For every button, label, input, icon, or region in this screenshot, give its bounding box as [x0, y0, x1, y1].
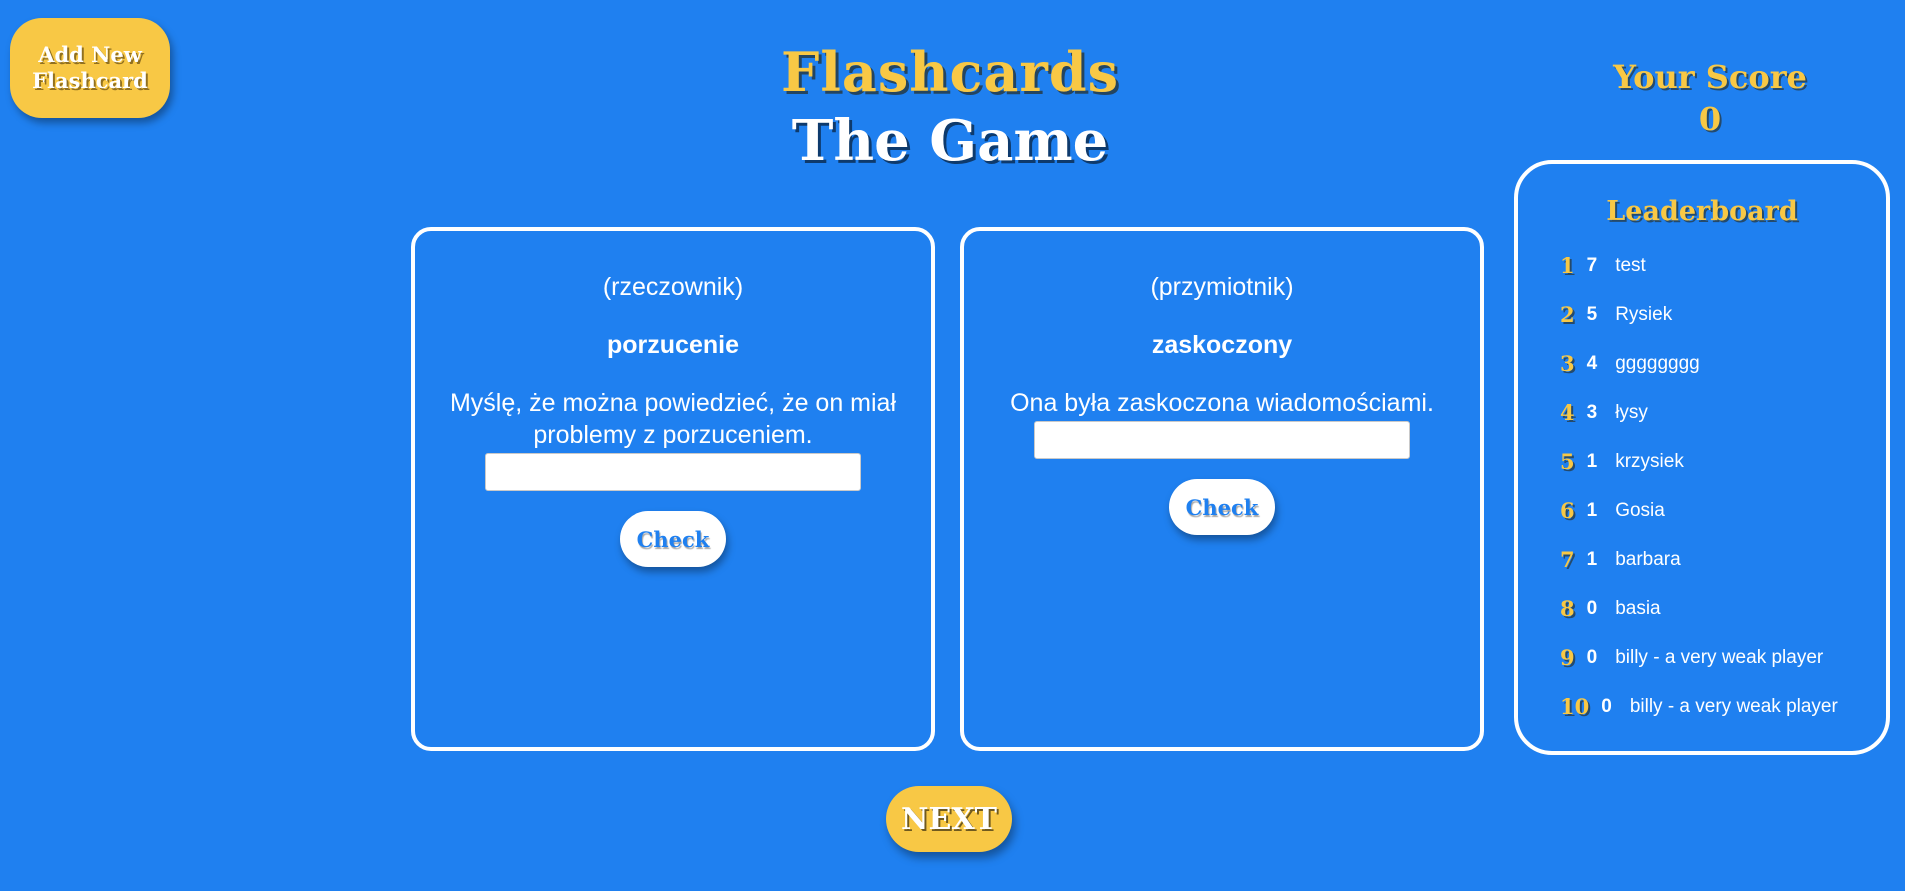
flashcard-answer-input[interactable] — [485, 453, 861, 491]
flashcard-part-of-speech: (rzeczownik) — [602, 273, 744, 301]
leaderboard-points: 1 — [1586, 499, 1598, 521]
leaderboard-rank: 8 — [1560, 596, 1575, 621]
score-label: Your Score — [1613, 58, 1807, 96]
leaderboard-rank: 5 — [1560, 449, 1575, 474]
leaderboard-rank: 9 — [1560, 645, 1575, 670]
leaderboard-points: 1 — [1586, 548, 1598, 570]
leaderboard-player-name: billy - a very weak player — [1615, 646, 1824, 668]
flashcard-answer-input[interactable] — [1034, 421, 1410, 459]
leaderboard-title: Leaderboard — [1606, 196, 1798, 227]
leaderboard-player-name: Gosia — [1615, 499, 1665, 521]
leaderboard-rank: 10 — [1560, 694, 1590, 719]
leaderboard-row: 10 0 billy - a very weak player — [1518, 682, 1886, 731]
leaderboard-row: 6 1 Gosia — [1518, 486, 1886, 535]
score-value: 0 — [1698, 100, 1722, 138]
leaderboard-row: 3 4 gggggggg — [1518, 339, 1886, 388]
leaderboard-row: 5 1 krzysiek — [1518, 437, 1886, 486]
leaderboard-row: 9 0 billy - a very weak player — [1518, 633, 1886, 682]
leaderboard-points: 0 — [1586, 597, 1598, 619]
flashcard-word: zaskoczony — [1151, 331, 1293, 359]
app-subtitle: The Game — [791, 108, 1109, 174]
add-new-flashcard-button[interactable]: Add New Flashcard — [10, 18, 170, 118]
leaderboard-player-name: Rysiek — [1615, 303, 1673, 325]
flashcard-1: (rzeczownik) porzucenie Myślę, że można … — [411, 227, 935, 751]
leaderboard-points: 5 — [1586, 303, 1598, 325]
leaderboard-player-name: basia — [1615, 597, 1661, 619]
app-title: Flashcards — [781, 40, 1119, 104]
leaderboard-panel: Leaderboard 1 7 test 2 5 Rysiek 3 4 gggg… — [1514, 160, 1890, 755]
leaderboard-points: 4 — [1586, 352, 1598, 374]
check-button[interactable]: Check — [1169, 479, 1275, 535]
flashcard-2: (przymiotnik) zaskoczony Ona była zaskoc… — [960, 227, 1484, 751]
leaderboard-points: 1 — [1586, 450, 1598, 472]
leaderboard-player-name: krzysiek — [1615, 450, 1684, 472]
leaderboard-rank: 3 — [1560, 351, 1575, 376]
leaderboard-rank: 4 — [1560, 400, 1575, 425]
leaderboard-points: 0 — [1586, 646, 1598, 668]
flashcard-part-of-speech: (przymiotnik) — [1150, 273, 1294, 301]
leaderboard-player-name: test — [1615, 254, 1646, 276]
check-button[interactable]: Check — [620, 511, 726, 567]
next-button[interactable]: NEXT — [886, 786, 1012, 852]
leaderboard-points: 3 — [1586, 401, 1598, 423]
leaderboard-player-name: barbara — [1615, 548, 1681, 570]
leaderboard-rank: 2 — [1560, 302, 1575, 327]
leaderboard-player-name: gggggggg — [1615, 352, 1700, 374]
leaderboard-row: 7 1 barbara — [1518, 535, 1886, 584]
leaderboard-row: 1 7 test — [1518, 241, 1886, 290]
leaderboard-player-name: billy - a very weak player — [1629, 695, 1838, 717]
leaderboard-list: 1 7 test 2 5 Rysiek 3 4 gggggggg 4 3 łys… — [1518, 241, 1886, 731]
leaderboard-points: 7 — [1586, 254, 1598, 276]
flashcard-example-sentence: Ona była zaskoczona wiadomościami. — [1010, 389, 1434, 417]
flashcard-word: porzucenie — [607, 331, 739, 359]
leaderboard-row: 4 3 łysy — [1518, 388, 1886, 437]
leaderboard-player-name: łysy — [1615, 401, 1648, 423]
score-panel: Your Score 0 — [1560, 56, 1860, 140]
leaderboard-rank: 6 — [1560, 498, 1575, 523]
leaderboard-points: 0 — [1601, 695, 1612, 717]
flashcard-example-sentence: Myślę, że można powiedzieć, że on miał p… — [449, 389, 897, 449]
leaderboard-rank: 1 — [1560, 253, 1575, 278]
leaderboard-rank: 7 — [1560, 547, 1575, 572]
leaderboard-row: 2 5 Rysiek — [1518, 290, 1886, 339]
game-page: Add New Flashcard Flashcards The Game Yo… — [0, 0, 1905, 891]
leaderboard-row: 8 0 basia — [1518, 584, 1886, 633]
